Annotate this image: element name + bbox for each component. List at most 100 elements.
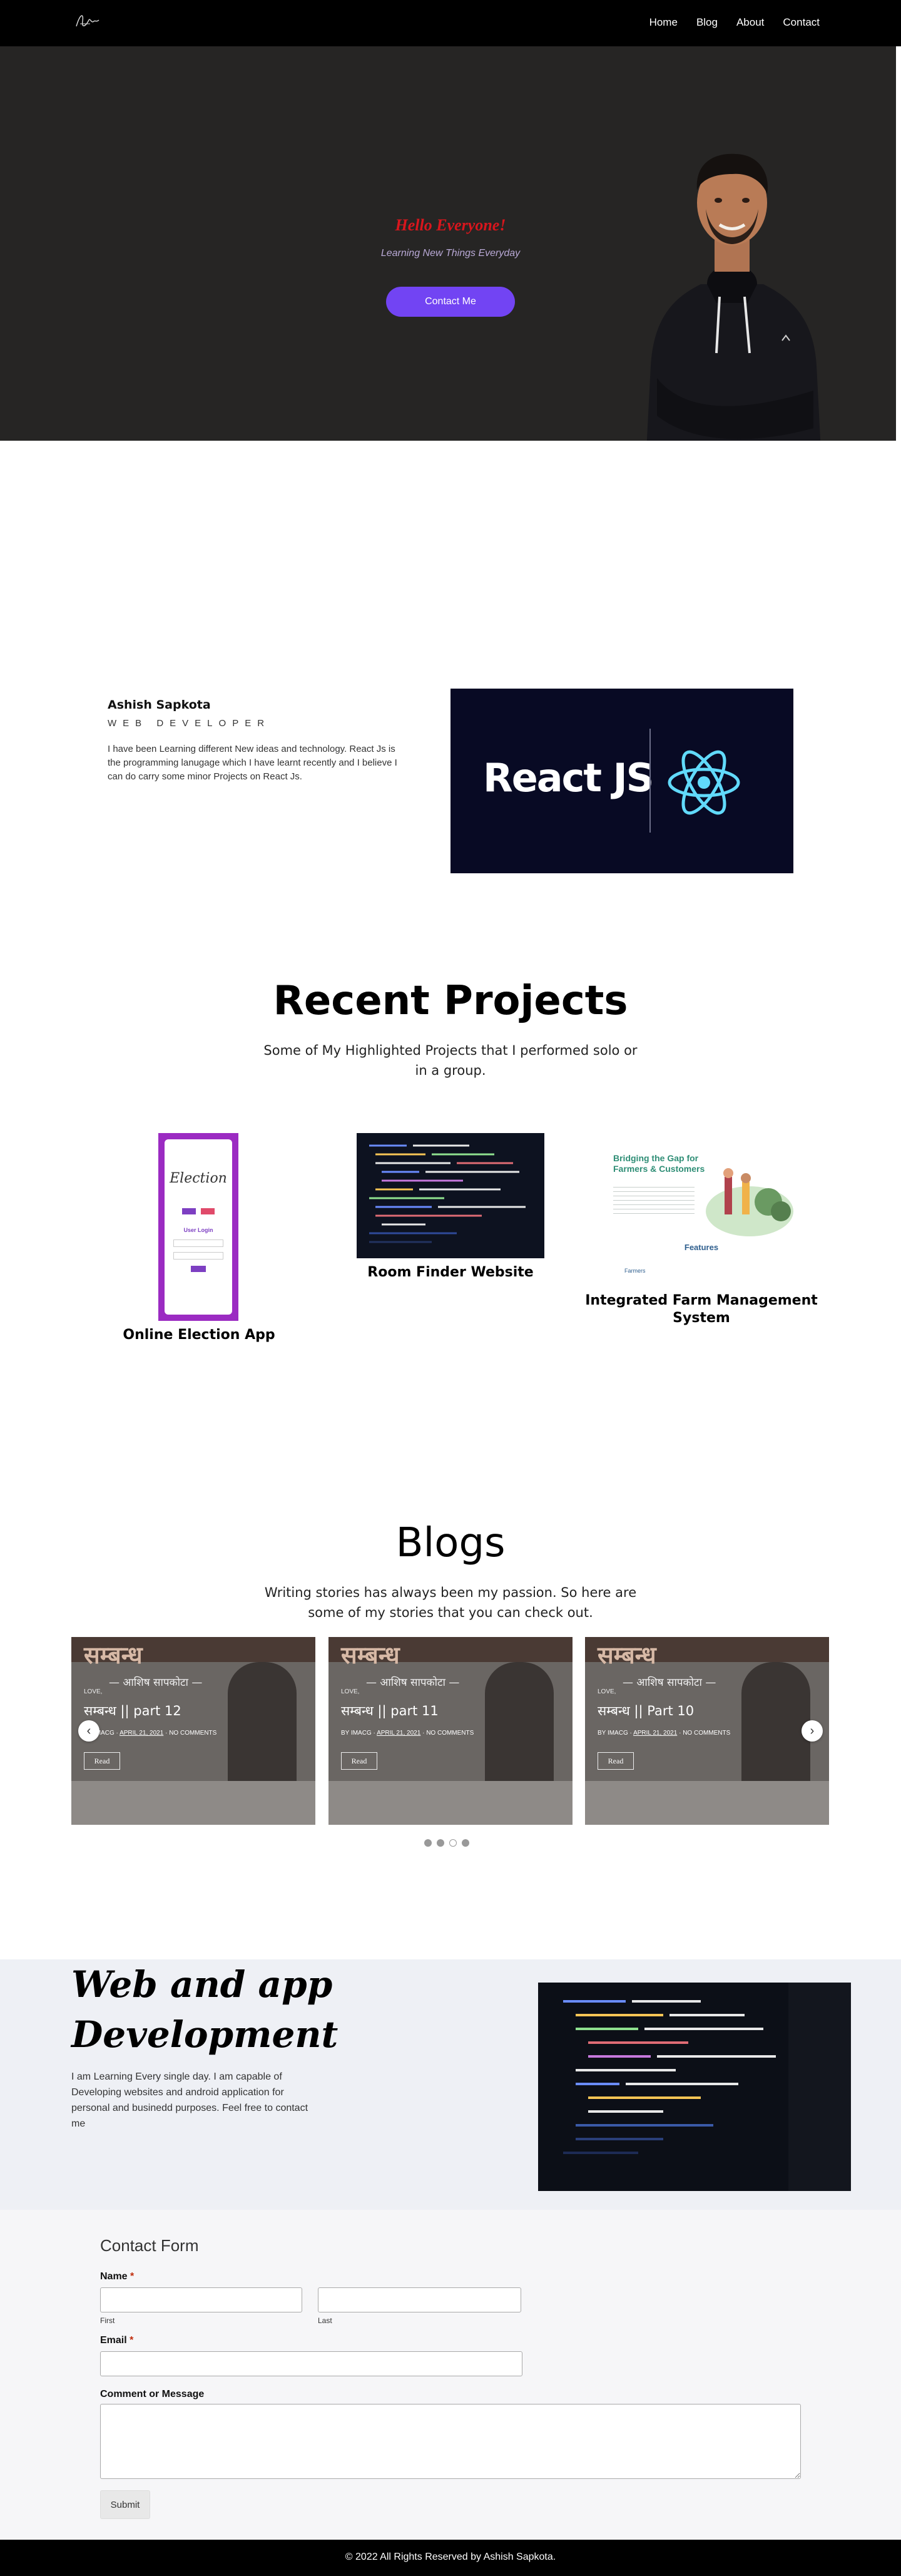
election-app-image[interactable]: Election User Login	[158, 1133, 238, 1321]
hero-title: Hello Everyone!	[395, 216, 506, 234]
blog-author: — आशिष सापकोटा —	[366, 1676, 460, 1689]
blog-title[interactable]: सम्बन्ध || Part 10	[598, 1702, 694, 1720]
read-button[interactable]: Read	[341, 1752, 377, 1770]
blog-date[interactable]: APRIL 21, 2021	[120, 1730, 163, 1737]
blog-meta: BY IMACG · APRIL 21, 2021 · NO COMMENTS	[341, 1730, 474, 1737]
projects-title: Recent Projects	[273, 978, 628, 1024]
farm-illustration	[706, 1168, 793, 1236]
election-app-screen: Election User Login	[165, 1139, 232, 1315]
carousel-dot-3[interactable]	[449, 1839, 457, 1847]
election-tab-b	[201, 1208, 215, 1214]
room-finder-image[interactable]	[357, 1133, 544, 1258]
last-name-input[interactable]	[318, 2287, 521, 2312]
read-button[interactable]: Read	[598, 1752, 634, 1770]
project-label-farm[interactable]: Integrated Farm Management System	[574, 1292, 828, 1327]
message-label: Comment or Message	[100, 2389, 205, 2399]
blog-comments[interactable]: NO COMMENTS	[169, 1730, 216, 1737]
chevron-left-icon[interactable]: ‹	[78, 1720, 99, 1742]
blog-category[interactable]: LOVE,	[84, 1688, 102, 1695]
election-tab-a	[182, 1208, 196, 1214]
nav-blog[interactable]: Blog	[696, 16, 718, 29]
code-screen-art	[357, 1133, 544, 1258]
first-name-input[interactable]	[100, 2287, 302, 2312]
last-label: Last	[318, 2316, 332, 2325]
blog-card[interactable]: सम्बन्ध — आशिष सापकोटा — LOVE, सम्बन्ध |…	[585, 1637, 829, 1825]
blog-sheet	[328, 1781, 573, 1825]
required-marker: *	[130, 2271, 135, 2282]
message-textarea[interactable]	[100, 2404, 801, 2479]
farm-management-image[interactable]: Bridging the Gap for Farmers & Customers…	[606, 1133, 797, 1286]
email-label: Email *	[100, 2335, 133, 2346]
carousel-dot-4[interactable]	[462, 1839, 469, 1847]
blog-banner: सम्बन्ध	[328, 1637, 573, 1669]
about-name: Ashish Sapkota	[108, 698, 211, 712]
blog-meta: BY IMACG · APRIL 21, 2021 · NO COMMENTS	[84, 1730, 216, 1737]
hero-portrait	[646, 153, 821, 441]
react-divider	[649, 729, 651, 833]
blog-sheet	[585, 1781, 829, 1825]
blog-by: BY IMACG	[341, 1730, 372, 1737]
react-js-image: React JS	[450, 689, 793, 873]
submit-button[interactable]: Submit	[100, 2490, 150, 2519]
blog-category[interactable]: LOVE,	[341, 1688, 359, 1695]
blog-date[interactable]: APRIL 21, 2021	[633, 1730, 677, 1737]
nav-contact[interactable]: Contact	[783, 16, 820, 29]
hero-edge	[896, 46, 901, 441]
blogs-title: Blogs	[395, 1520, 506, 1566]
carousel-dot-2[interactable]	[437, 1839, 444, 1847]
blog-banner: सम्बन्ध	[585, 1637, 829, 1669]
blog-banner-text: सम्बन्ध	[341, 1641, 400, 1669]
name-label-text: Name	[100, 2271, 128, 2282]
footer: © 2022 All Rights Reserved by Ashish Sap…	[0, 2540, 901, 2576]
email-field[interactable]	[100, 2351, 522, 2376]
nav-about[interactable]: About	[736, 16, 764, 29]
blog-card[interactable]: सम्बन्ध — आशिष सापकोटा — LOVE, सम्बन्ध |…	[328, 1637, 573, 1825]
nav-home[interactable]: Home	[649, 16, 678, 29]
election-field-2	[173, 1252, 223, 1260]
blog-title[interactable]: सम्बन्ध || part 11	[341, 1702, 439, 1720]
required-marker: *	[130, 2335, 134, 2346]
farm-features: Features	[684, 1243, 719, 1252]
blogs-subtitle: Writing stories has always been my passi…	[264, 1585, 637, 1620]
contact-me-button[interactable]: Contact Me	[386, 287, 515, 317]
blog-meta: BY IMACG · APRIL 21, 2021 · NO COMMENTS	[598, 1730, 731, 1737]
project-label-room-finder[interactable]: Room Finder Website	[357, 1265, 544, 1280]
main-menu: Home Blog About Contact	[649, 16, 820, 29]
chevron-right-icon[interactable]: ›	[802, 1720, 823, 1742]
blog-by: BY IMACG	[598, 1730, 628, 1737]
copyright-text: © 2022 All Rights Reserved by Ashish Sap…	[345, 2552, 556, 2562]
carousel-dot-1[interactable]	[424, 1839, 432, 1847]
farm-paragraph	[613, 1183, 695, 1214]
blog-title[interactable]: सम्बन्ध || part 12	[84, 1702, 181, 1720]
email-label-text: Email	[100, 2335, 127, 2346]
election-login-btn	[191, 1266, 206, 1272]
farm-farmers: Farmers	[624, 1268, 646, 1274]
contact-section: Contact Form Name * First Last Email * C…	[0, 2210, 901, 2540]
blog-comments[interactable]: NO COMMENTS	[683, 1730, 730, 1737]
blog-banner-text: सम्बन्ध	[598, 1641, 656, 1669]
about-role: WEB DEVELOPER	[108, 718, 271, 729]
code-laptop-art	[538, 1983, 851, 2191]
blog-author: — आशिष सापकोटा —	[109, 1676, 203, 1689]
election-logo-text: Election	[170, 1171, 227, 1186]
blog-comments[interactable]: NO COMMENTS	[426, 1730, 474, 1737]
project-label-election[interactable]: Online Election App	[102, 1327, 296, 1343]
election-field-1	[173, 1239, 223, 1247]
signature-logo[interactable]	[71, 9, 103, 34]
read-button[interactable]: Read	[84, 1752, 120, 1770]
react-atom-icon	[668, 750, 740, 815]
contact-form-title: Contact Form	[100, 2236, 199, 2255]
top-navbar: Home Blog About Contact	[0, 0, 901, 46]
web-dev-title: Web and app Development	[71, 1963, 339, 2056]
blog-category[interactable]: LOVE,	[598, 1688, 616, 1695]
first-label: First	[100, 2316, 115, 2325]
blog-banner-text: सम्बन्ध	[84, 1641, 143, 1669]
about-text: I have been Learning different New ideas…	[108, 744, 397, 782]
election-login-label: User Login	[183, 1227, 213, 1233]
blog-card[interactable]: सम्बन्ध — आशिष सापकोटा — LOVE, सम्बन्ध |…	[71, 1637, 315, 1825]
blog-date[interactable]: APRIL 21, 2021	[377, 1730, 420, 1737]
farm-heading: Bridging the Gap for Farmers & Customers	[613, 1153, 705, 1174]
hero-section: Hello Everyone! Learning New Things Ever…	[0, 46, 896, 441]
web-dev-text: I am Learning Every single day. I am cap…	[71, 2071, 308, 2129]
web-dev-section: Web and app Development I am Learning Ev…	[0, 1959, 901, 2210]
